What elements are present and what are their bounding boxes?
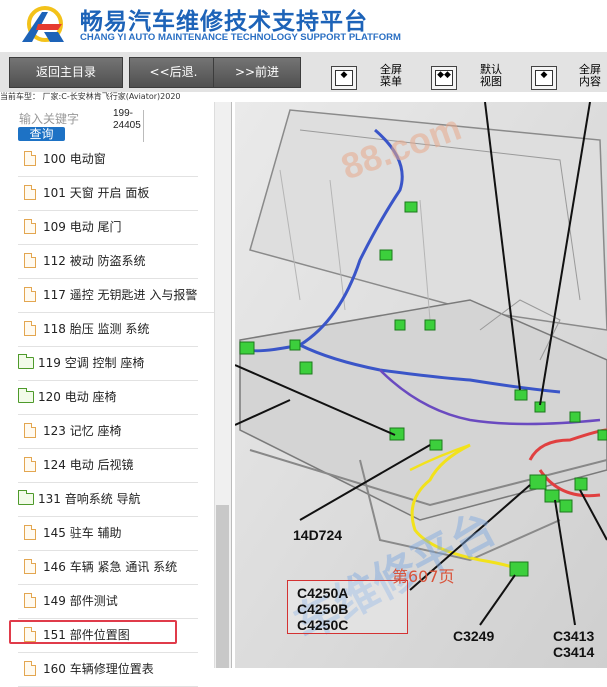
label-c3414: C3414	[553, 644, 594, 660]
full-content-label[interactable]: 全屏 内容	[570, 64, 607, 88]
connector	[379, 249, 393, 261]
menu-item[interactable]: 149 部件测试	[18, 585, 198, 619]
connector-label: C4250A	[297, 585, 349, 601]
folder-icon	[18, 388, 34, 403]
full-menu-icon[interactable]: ◆	[331, 66, 357, 90]
document-icon	[24, 151, 36, 166]
document-icon	[24, 559, 36, 574]
connector	[394, 319, 406, 331]
menu-item[interactable]: 145 驻车 辅助	[18, 517, 198, 551]
connector	[509, 561, 529, 577]
document-icon	[24, 321, 36, 336]
menu-folder[interactable]: 120 电动 座椅	[18, 381, 198, 415]
menu-item[interactable]: 101 天窗 开启 面板	[18, 177, 198, 211]
divider	[143, 110, 144, 142]
search-button[interactable]: 查询	[18, 127, 65, 141]
menu-folder[interactable]: 131 音响系统 导航	[18, 483, 198, 517]
connector	[597, 429, 607, 441]
document-icon	[24, 457, 36, 472]
label-c3413: C3413	[553, 628, 594, 644]
default-view-icon[interactable]: ◆◆	[431, 66, 457, 90]
document-icon	[24, 525, 36, 540]
menu-folder[interactable]: 119 空调 控制 座椅	[18, 347, 198, 381]
connector	[424, 319, 436, 331]
menu-item[interactable]: 124 电动 后视镜	[18, 449, 198, 483]
label-c3249: C3249	[453, 628, 494, 644]
document-icon	[24, 219, 36, 234]
search-input[interactable]: 输入关键字	[19, 110, 79, 127]
back-button[interactable]: <<后退.	[129, 57, 218, 88]
menu-item[interactable]: 146 车辆 紧急 通讯 系统	[18, 551, 198, 585]
document-icon	[24, 253, 36, 268]
brand-title-en: CHANG YI AUTO MAINTENANCE TECHNOLOGY SUP…	[80, 32, 401, 43]
menu-item[interactable]: 112 被动 防盗系统	[18, 245, 198, 279]
menu-item[interactable]: 160 车辆修理位置表	[18, 653, 198, 687]
selection-highlight	[9, 620, 177, 644]
connector	[514, 389, 528, 401]
document-icon	[24, 423, 36, 438]
full-content-icon[interactable]: ◆	[531, 66, 557, 90]
connector	[569, 411, 581, 423]
brand-title-cn: 畅易汽车维修技术支持平台	[80, 9, 368, 35]
back-to-home-button[interactable]: 返回主目录	[9, 57, 123, 88]
full-menu-label[interactable]: 全屏 菜单	[370, 64, 412, 88]
menu-item[interactable]: 109 电动 尾门	[18, 211, 198, 245]
page-number: 第607页	[392, 567, 455, 586]
connector-label: C4250B	[297, 601, 349, 617]
document-icon	[24, 287, 36, 302]
document-icon	[24, 593, 36, 608]
menu-item[interactable]: 123 记忆 座椅	[18, 415, 198, 449]
document-icon	[24, 185, 36, 200]
default-view-label[interactable]: 默认 视图	[470, 64, 512, 88]
connector	[574, 477, 588, 491]
chang-yi-logo	[22, 6, 64, 42]
connector	[529, 474, 547, 490]
connector	[429, 439, 443, 451]
menu-item[interactable]: 100 电动窗	[18, 143, 198, 177]
search-result-value: 199- 24405	[113, 108, 141, 131]
connector	[299, 361, 313, 375]
scrollbar-thumb[interactable]	[216, 505, 229, 668]
document-icon	[24, 661, 36, 676]
menu-item[interactable]: 117 遥控 无钥匙进 入与报警	[18, 279, 214, 313]
connector-label: C4250C	[297, 617, 349, 633]
connector	[404, 201, 418, 213]
connector	[544, 489, 560, 503]
connector	[559, 499, 573, 513]
current-vehicle-breadcrumb: 当前车型： 厂家:C-长安林肯飞行家(Aviator)2020	[0, 92, 181, 101]
label-14d724: 14D724	[293, 527, 342, 543]
header: 畅易汽车维修技术支持平台 CHANG YI AUTO MAINTENANCE T…	[0, 0, 607, 52]
connector	[289, 339, 301, 351]
menu-item[interactable]: 118 胎压 监测 系统	[18, 313, 198, 347]
connector	[239, 341, 255, 355]
folder-icon	[18, 354, 34, 369]
forward-button[interactable]: >>前进	[213, 57, 301, 88]
folder-icon	[18, 490, 34, 505]
